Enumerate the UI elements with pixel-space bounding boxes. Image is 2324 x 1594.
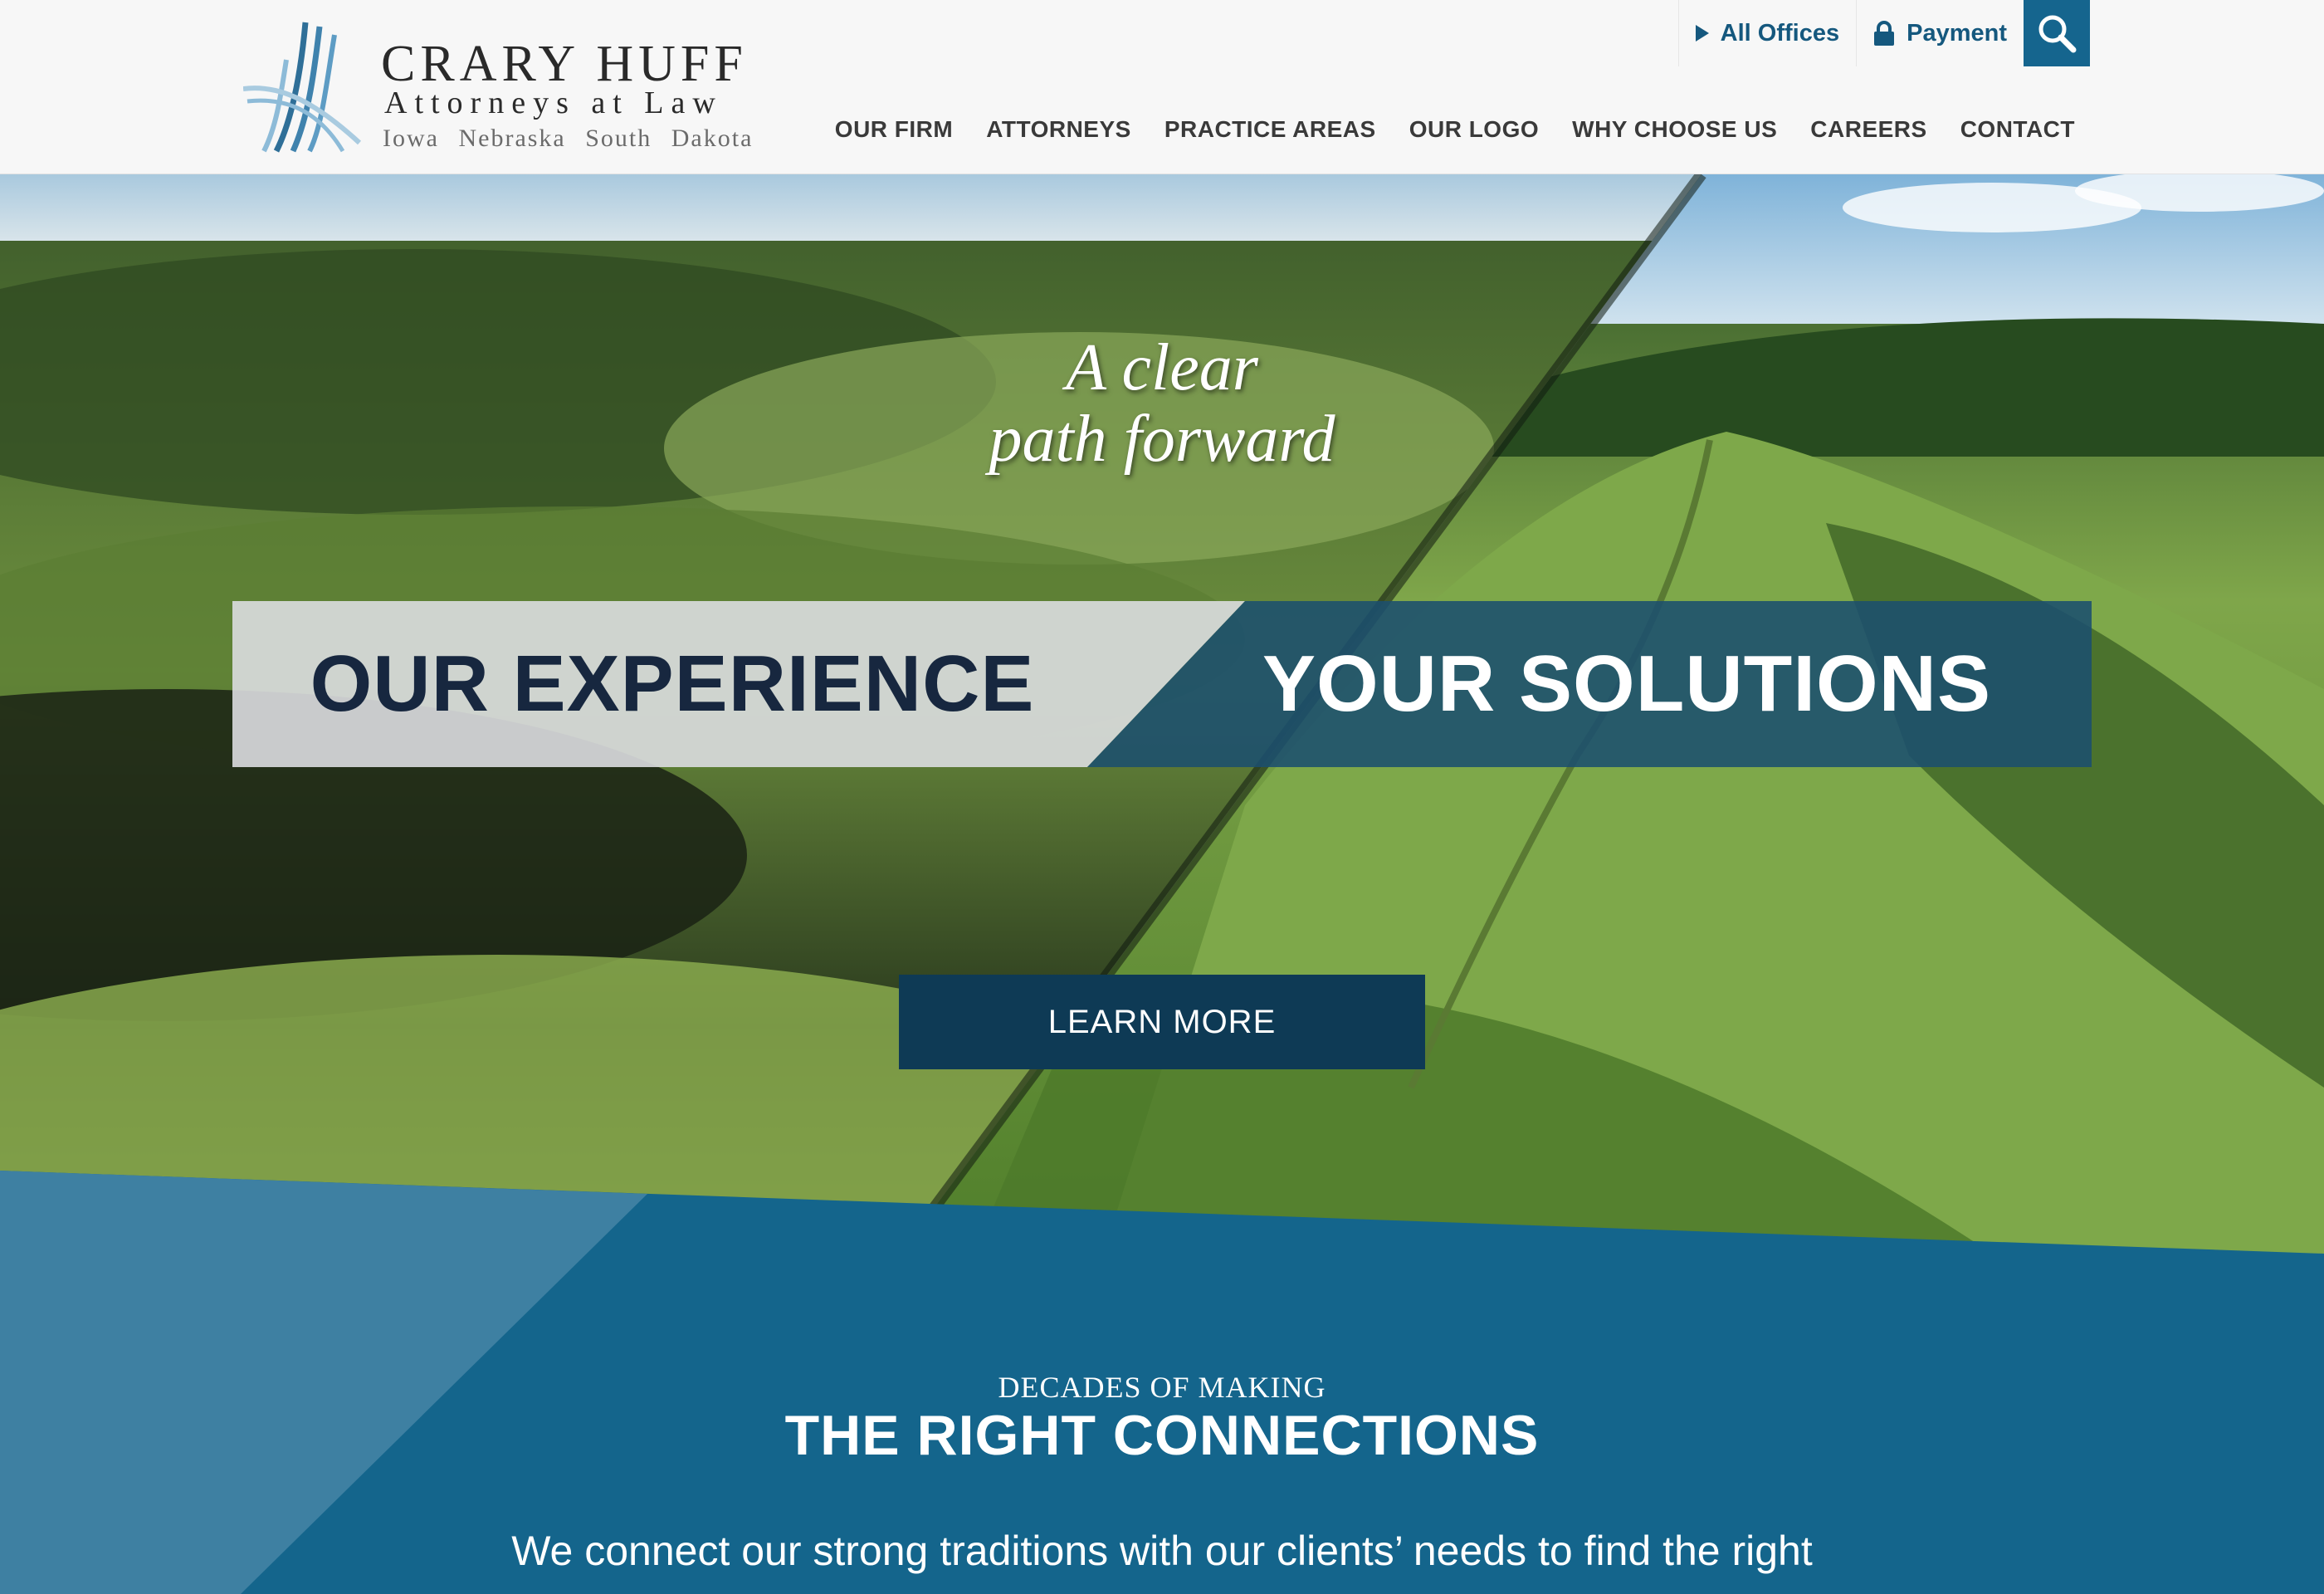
search-button[interactable] bbox=[2024, 0, 2090, 66]
payment-label: Payment bbox=[1907, 19, 2007, 46]
main-nav: OUR FIRM ATTORNEYS PRACTICE AREAS OUR LO… bbox=[835, 116, 2075, 143]
intro-eyebrow: DECADES OF MAKING bbox=[998, 1371, 1326, 1404]
logo-states: Iowa Nebraska South Dakota bbox=[383, 125, 754, 152]
play-triangle-icon bbox=[1695, 25, 1709, 42]
nav-contact[interactable]: CONTACT bbox=[1960, 116, 2075, 143]
utility-bar: All Offices Payment bbox=[1677, 0, 2090, 66]
nav-careers[interactable]: CAREERS bbox=[1810, 116, 1926, 143]
all-offices-link[interactable]: All Offices bbox=[1677, 0, 1856, 66]
intro-paragraph: We connect our strong traditions with ou… bbox=[511, 1528, 1813, 1574]
nav-attorneys[interactable]: ATTORNEYS bbox=[986, 116, 1131, 143]
nav-practice-areas[interactable]: PRACTICE AREAS bbox=[1164, 116, 1376, 143]
hero-section: A clear path forward OUR EXPERIENCE YOUR… bbox=[0, 174, 2324, 1594]
site-logo[interactable]: CRARY HUFF Attorneys at Law Iowa Nebrask… bbox=[243, 18, 751, 159]
banner-left-text: OUR EXPERIENCE bbox=[310, 639, 1035, 728]
learn-more-button[interactable]: LEARN MORE bbox=[899, 975, 1425, 1069]
intro-heading: THE RIGHT CONNECTIONS bbox=[784, 1404, 1540, 1467]
banner-right-text: YOUR SOLUTIONS bbox=[1262, 639, 1992, 728]
logo-grass-icon bbox=[243, 22, 362, 153]
hero-banner: OUR EXPERIENCE YOUR SOLUTIONS bbox=[232, 601, 2092, 767]
hero-tagline: A clear path forward bbox=[830, 332, 1494, 475]
hero-tagline-line1: A clear bbox=[1066, 331, 1258, 404]
all-offices-label: All Offices bbox=[1720, 19, 1840, 46]
payment-link[interactable]: Payment bbox=[1856, 0, 2024, 66]
logo-tagline: Attorneys at Law bbox=[384, 86, 723, 120]
hero-tagline-line2: path forward bbox=[989, 403, 1335, 476]
search-icon bbox=[2038, 15, 2077, 53]
nav-our-firm[interactable]: OUR FIRM bbox=[835, 116, 953, 143]
nav-why-choose-us[interactable]: WHY CHOOSE US bbox=[1572, 116, 1777, 143]
lock-icon bbox=[1873, 21, 1895, 46]
nav-our-logo[interactable]: OUR LOGO bbox=[1409, 116, 1539, 143]
site-header: CRARY HUFF Attorneys at Law Iowa Nebrask… bbox=[0, 0, 2324, 174]
